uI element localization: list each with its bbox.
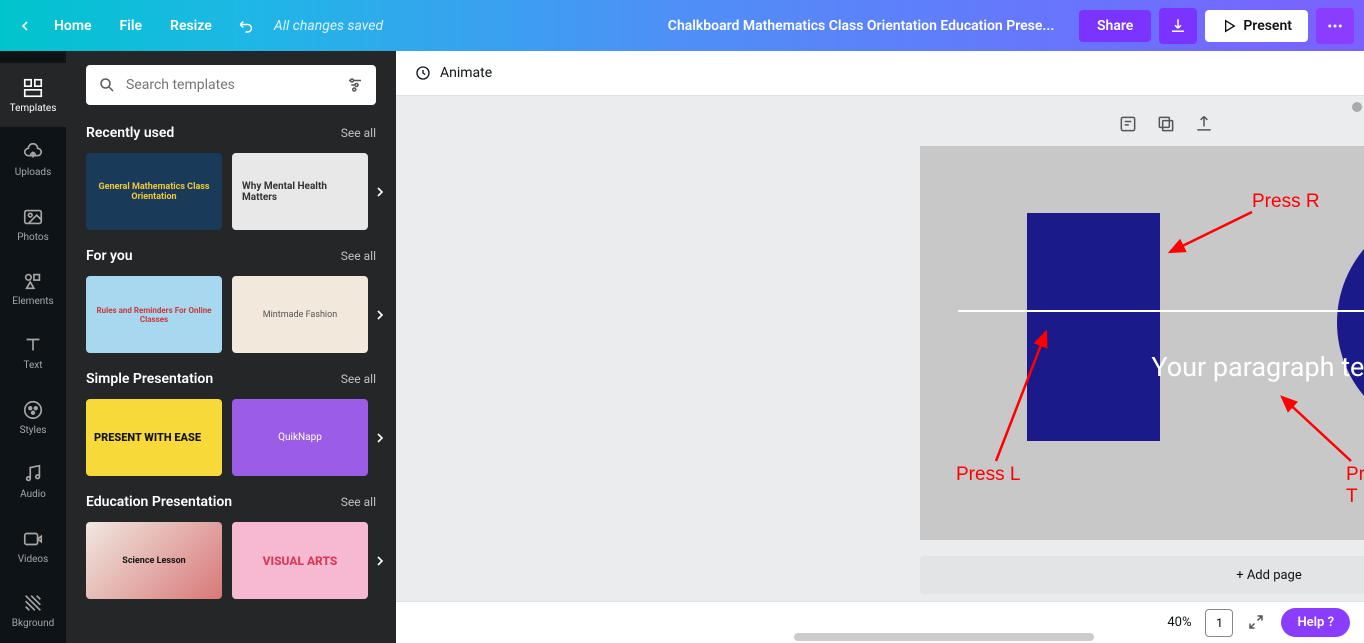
nav-styles[interactable]: Styles <box>0 385 66 449</box>
undo-icon[interactable] <box>232 17 262 35</box>
bottom-bar: 40% 1 Help ? <box>396 601 1364 643</box>
nav-videos[interactable]: Videos <box>0 514 66 578</box>
canvas-toolbar: Animate <box>396 51 1364 96</box>
add-page-button[interactable]: + Add page <box>920 556 1364 594</box>
template-thumb[interactable]: General Mathematics Class Orientation <box>86 153 222 230</box>
section-title: Recently used <box>86 125 174 141</box>
rectangle-shape[interactable] <box>1027 213 1160 441</box>
template-thumb[interactable]: Rules and Reminders For Online Classes <box>86 276 222 353</box>
left-nav: Templates Uploads Photos Elements Text S… <box>0 51 66 643</box>
template-thumb[interactable]: PRESENT WITH EASE <box>86 399 222 476</box>
download-button[interactable] <box>1159 8 1197 44</box>
thumb-row: Rules and Reminders For Online Classes M… <box>66 270 396 359</box>
nav-templates[interactable]: Templates <box>0 63 66 127</box>
animate-icon <box>414 64 432 82</box>
chevron-right-icon[interactable] <box>366 424 394 452</box>
nav-background[interactable]: Bkground <box>0 579 66 643</box>
section-education-presentation: Education Presentation See all <box>66 488 396 516</box>
notes-icon[interactable] <box>1118 114 1138 134</box>
thumb-row: Science Lesson VISUAL ARTS <box>66 516 396 605</box>
slide-actions <box>1118 114 1214 134</box>
horizontal-scrollbar[interactable] <box>794 633 1094 641</box>
saved-status: All changes saved <box>274 18 383 34</box>
section-recently-used: Recently used See all <box>66 119 396 147</box>
search-icon <box>98 76 116 94</box>
section-for-you: For you See all <box>66 242 396 270</box>
animate-button[interactable]: Animate <box>414 64 492 82</box>
nav-audio[interactable]: Audio <box>0 450 66 514</box>
canvas-viewport[interactable]: Your paragraph text Press R Press C Pres… <box>396 96 1364 601</box>
share-slide-icon[interactable] <box>1194 114 1214 134</box>
scrollbar-thumb[interactable] <box>1352 102 1362 112</box>
see-all-link[interactable]: See all <box>341 126 376 140</box>
chevron-right-icon[interactable] <box>366 301 394 329</box>
thumb-row: PRESENT WITH EASE QuikNapp <box>66 393 396 482</box>
templates-panel: Recently used See all General Mathematic… <box>66 51 396 643</box>
more-button[interactable] <box>1316 8 1354 44</box>
section-simple-presentation: Simple Presentation See all <box>66 365 396 393</box>
see-all-link[interactable]: See all <box>341 495 376 509</box>
vertical-scrollbar[interactable] <box>1350 96 1364 601</box>
template-thumb[interactable]: VISUAL ARTS <box>232 522 368 599</box>
top-bar: Home File Resize All changes saved Chalk… <box>0 0 1364 51</box>
see-all-link[interactable]: See all <box>341 249 376 263</box>
horizontal-line-shape[interactable] <box>958 310 1364 312</box>
resize-menu[interactable]: Resize <box>156 18 226 34</box>
nav-photos[interactable]: Photos <box>0 192 66 256</box>
search-wrap <box>86 65 376 105</box>
section-title: Education Presentation <box>86 494 232 510</box>
thumb-row: General Mathematics Class Orientation Wh… <box>66 147 396 236</box>
nav-text[interactable]: Text <box>0 321 66 385</box>
help-button[interactable]: Help ? <box>1281 608 1350 637</box>
back-icon[interactable] <box>10 11 40 41</box>
duplicate-icon[interactable] <box>1156 114 1176 134</box>
home-button[interactable]: Home <box>40 18 106 34</box>
section-title: For you <box>86 248 133 264</box>
template-thumb[interactable]: Why Mental Health Matters <box>232 153 368 230</box>
chevron-right-icon[interactable] <box>366 547 394 575</box>
page-selector[interactable]: 1 <box>1205 609 1233 637</box>
main-area: Templates Uploads Photos Elements Text S… <box>0 51 1364 643</box>
template-thumb[interactable]: QuikNapp <box>232 399 368 476</box>
present-button[interactable]: Present <box>1205 10 1308 42</box>
expand-icon[interactable] <box>1247 613 1267 633</box>
zoom-level[interactable]: 40% <box>1167 615 1191 630</box>
template-thumb[interactable]: Science Lesson <box>86 522 222 599</box>
paragraph-text-element[interactable]: Your paragraph text <box>920 351 1364 383</box>
search-input[interactable] <box>126 77 346 93</box>
slide[interactable]: Your paragraph text <box>920 146 1364 540</box>
share-button[interactable]: Share <box>1079 10 1151 42</box>
chevron-right-icon[interactable] <box>366 178 394 206</box>
file-menu[interactable]: File <box>106 18 157 34</box>
nav-elements[interactable]: Elements <box>0 256 66 320</box>
present-label: Present <box>1243 18 1292 34</box>
document-title[interactable]: Chalkboard Mathematics Class Orientation… <box>643 18 1079 34</box>
canvas-area: Animate Your paragraph text Press R <box>396 51 1364 643</box>
section-title: Simple Presentation <box>86 371 213 387</box>
see-all-link[interactable]: See all <box>341 372 376 386</box>
template-thumb[interactable]: Mintmade Fashion <box>232 276 368 353</box>
filter-icon[interactable] <box>346 76 364 94</box>
nav-uploads[interactable]: Uploads <box>0 127 66 191</box>
